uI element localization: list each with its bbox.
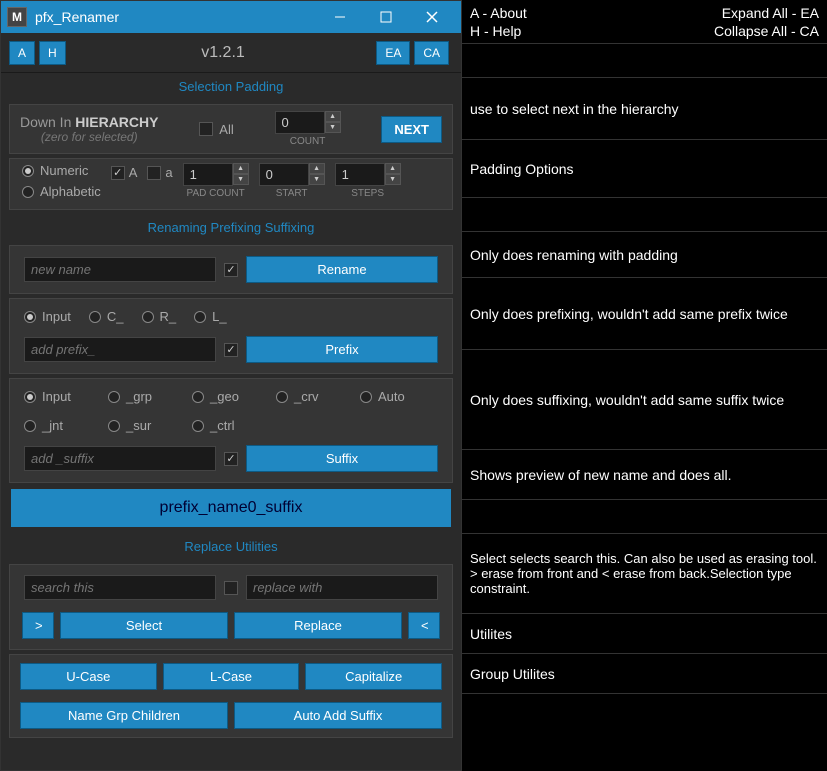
next-button[interactable]: NEXT bbox=[381, 116, 442, 143]
count-label: COUNT bbox=[290, 136, 326, 147]
rename-group: Rename bbox=[9, 245, 453, 294]
suffix-auto-radio[interactable] bbox=[360, 391, 372, 403]
help-button[interactable]: H bbox=[39, 41, 66, 65]
replace-checkbox[interactable] bbox=[224, 581, 238, 595]
prefix-input[interactable] bbox=[24, 337, 216, 362]
annotation-replace: Select selects search this. Can also be … bbox=[462, 534, 827, 614]
suffix-jnt-radio[interactable] bbox=[24, 420, 36, 432]
pad-count-spinner[interactable]: ▲▼ bbox=[183, 163, 249, 186]
suffix-checkbox[interactable] bbox=[224, 452, 238, 466]
numeric-radio[interactable] bbox=[22, 165, 34, 177]
about-button[interactable]: A bbox=[9, 41, 35, 65]
replace-group: > Select Replace < bbox=[9, 564, 453, 650]
rename-button[interactable]: Rename bbox=[246, 256, 438, 283]
start-spinner[interactable]: ▲▼ bbox=[259, 163, 325, 186]
close-button[interactable] bbox=[409, 1, 455, 33]
window-title: pfx_Renamer bbox=[35, 9, 317, 25]
maximize-button[interactable] bbox=[363, 1, 409, 33]
count-spinner[interactable]: ▲▼ bbox=[275, 111, 341, 134]
prefix-r-radio[interactable] bbox=[142, 311, 154, 323]
selection-padding-title: Selection Padding bbox=[1, 73, 461, 100]
ucase-button[interactable]: U-Case bbox=[20, 663, 157, 690]
hierarchy-label: Down In HIERARCHY bbox=[20, 114, 158, 130]
annotations-panel: A - About H - Help Expand All - EA Colla… bbox=[462, 0, 827, 771]
count-input[interactable] bbox=[275, 111, 325, 134]
legend-about: A - About bbox=[470, 5, 527, 21]
hierarchy-section: Down In HIERARCHY (zero for selected) Al… bbox=[9, 104, 453, 154]
prefix-checkbox[interactable] bbox=[224, 343, 238, 357]
legend-collapse: Collapse All - CA bbox=[714, 23, 819, 39]
erase-front-button[interactable]: > bbox=[22, 612, 54, 639]
padding-section: Numeric Alphabetic A a ▲▼ PAD COUNT ▲▼ S… bbox=[9, 158, 453, 210]
replace-title: Replace Utilities bbox=[1, 533, 461, 560]
annotation-rename: Only does renaming with padding bbox=[462, 232, 827, 278]
lcase-button[interactable]: L-Case bbox=[163, 663, 300, 690]
prefix-button[interactable]: Prefix bbox=[246, 336, 438, 363]
uppercase-checkbox[interactable] bbox=[111, 166, 125, 180]
alphabetic-radio[interactable] bbox=[22, 186, 34, 198]
search-input[interactable] bbox=[24, 575, 216, 600]
hierarchy-subtitle: (zero for selected) bbox=[20, 130, 158, 144]
app-icon: M bbox=[7, 7, 27, 27]
suffix-button[interactable]: Suffix bbox=[246, 445, 438, 472]
header-bar: A H v1.2.1 EA CA bbox=[1, 33, 461, 73]
suffix-ctrl-radio[interactable] bbox=[192, 420, 204, 432]
capitalize-button[interactable]: Capitalize bbox=[305, 663, 442, 690]
suffix-crv-radio[interactable] bbox=[276, 391, 288, 403]
suffix-grp-radio[interactable] bbox=[108, 391, 120, 403]
count-down-icon[interactable]: ▼ bbox=[325, 122, 341, 133]
lowercase-checkbox[interactable] bbox=[147, 166, 161, 180]
suffix-input[interactable] bbox=[24, 446, 216, 471]
annotation-grputil: Group Utilites bbox=[462, 654, 827, 694]
titlebar: M pfx_Renamer bbox=[1, 1, 461, 33]
suffix-sur-radio[interactable] bbox=[108, 420, 120, 432]
annotation-hierarchy: use to select next in the hierarchy bbox=[462, 78, 827, 140]
prefix-l-radio[interactable] bbox=[194, 311, 206, 323]
preview-button[interactable]: prefix_name0_suffix bbox=[11, 489, 451, 527]
all-checkbox[interactable] bbox=[199, 122, 213, 136]
renaming-title: Renaming Prefixing Suffixing bbox=[1, 214, 461, 241]
legend-expand: Expand All - EA bbox=[714, 5, 819, 21]
prefix-group: Input C_ R_ L_ Prefix bbox=[9, 298, 453, 374]
replace-input[interactable] bbox=[246, 575, 438, 600]
annotation-suffix: Only does suffixing, wouldn't add same s… bbox=[462, 350, 827, 450]
suffix-group: Input _grp _geo _crv Auto _jnt _sur _ctr… bbox=[9, 378, 453, 483]
erase-back-button[interactable]: < bbox=[408, 612, 440, 639]
select-button[interactable]: Select bbox=[60, 612, 228, 639]
replace-button[interactable]: Replace bbox=[234, 612, 402, 639]
count-up-icon[interactable]: ▲ bbox=[325, 111, 341, 122]
all-label: All bbox=[219, 122, 233, 137]
app-window: M pfx_Renamer A H v1.2.1 EA CA Selection… bbox=[0, 0, 462, 771]
collapse-all-button[interactable]: CA bbox=[414, 41, 449, 65]
steps-spinner[interactable]: ▲▼ bbox=[335, 163, 401, 186]
prefix-input-radio[interactable] bbox=[24, 311, 36, 323]
suffix-input-radio[interactable] bbox=[24, 391, 36, 403]
prefix-c-radio[interactable] bbox=[89, 311, 101, 323]
annotation-preview: Shows preview of new name and does all. bbox=[462, 450, 827, 500]
rename-checkbox[interactable] bbox=[224, 263, 238, 277]
legend-help: H - Help bbox=[470, 23, 527, 39]
expand-all-button[interactable]: EA bbox=[376, 41, 410, 65]
version-label: v1.2.1 bbox=[70, 44, 377, 62]
name-grp-children-button[interactable]: Name Grp Children bbox=[20, 702, 228, 729]
annotation-padding: Padding Options bbox=[462, 140, 827, 198]
rename-input[interactable] bbox=[24, 257, 216, 282]
util-group: U-Case L-Case Capitalize Name Grp Childr… bbox=[9, 654, 453, 738]
numeric-label: Numeric bbox=[40, 163, 88, 178]
suffix-geo-radio[interactable] bbox=[192, 391, 204, 403]
minimize-button[interactable] bbox=[317, 1, 363, 33]
annotation-util: Utilites bbox=[462, 614, 827, 654]
alphabetic-label: Alphabetic bbox=[40, 184, 101, 199]
auto-add-suffix-button[interactable]: Auto Add Suffix bbox=[234, 702, 442, 729]
annotation-prefix: Only does prefixing, wouldn't add same p… bbox=[462, 278, 827, 350]
